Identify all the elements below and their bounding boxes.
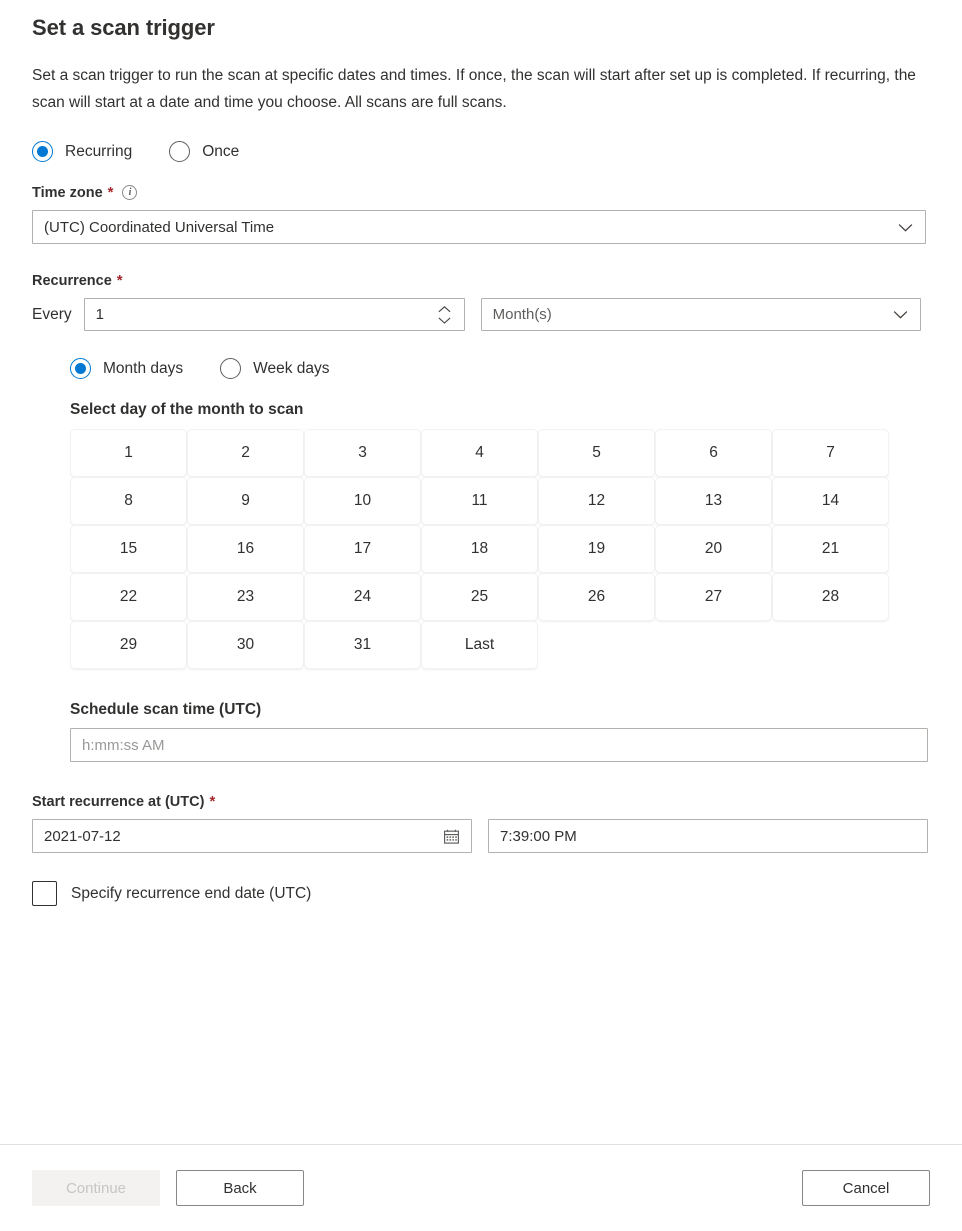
continue-button[interactable]: Continue xyxy=(32,1170,160,1206)
radio-option-recurring[interactable]: Recurring xyxy=(32,141,132,162)
panel-footer: Continue Back Cancel xyxy=(0,1144,962,1231)
schedule-scan-time-input[interactable]: h:mm:ss AM xyxy=(70,728,928,762)
day-cell[interactable]: 5 xyxy=(539,430,654,476)
radio-month-days-label: Month days xyxy=(103,360,183,378)
day-cell[interactable]: 12 xyxy=(539,478,654,524)
end-date-checkbox-row[interactable]: Specify recurrence end date (UTC) xyxy=(32,881,930,906)
radio-option-once[interactable]: Once xyxy=(169,141,239,162)
day-cell[interactable]: 19 xyxy=(539,526,654,572)
page-title: Set a scan trigger xyxy=(32,0,930,43)
chevron-down-icon[interactable] xyxy=(897,219,914,236)
radio-option-week-days[interactable]: Week days xyxy=(220,358,329,379)
day-mode-section: Month days Week days Select day of the m… xyxy=(70,358,930,762)
day-cell[interactable]: 23 xyxy=(188,574,303,620)
day-of-month-grid: 1234567891011121314151617181920212223242… xyxy=(70,429,889,669)
day-cell[interactable]: 8 xyxy=(71,478,186,524)
day-cell[interactable]: 16 xyxy=(188,526,303,572)
start-recurrence-label: Start recurrence at (UTC) * xyxy=(32,793,930,810)
page-description: Set a scan trigger to run the scan at sp… xyxy=(32,62,922,116)
schedule-scan-time-label: Schedule scan time (UTC) xyxy=(70,701,930,719)
end-date-checkbox[interactable] xyxy=(32,881,57,906)
radio-once-label: Once xyxy=(202,143,239,161)
day-cell[interactable]: 11 xyxy=(422,478,537,524)
chevron-down-icon[interactable] xyxy=(892,306,909,323)
recurrence-interval-value: 1 xyxy=(96,306,436,323)
start-recurrence-date-input[interactable]: 2021-07-12 xyxy=(32,819,472,853)
day-cell[interactable]: 29 xyxy=(71,622,186,668)
time-zone-label-text: Time zone xyxy=(32,185,103,201)
time-zone-required-marker: * xyxy=(108,184,114,201)
trigger-type-radio-group: Recurring Once xyxy=(32,141,930,162)
radio-recurring-icon[interactable] xyxy=(32,141,53,162)
radio-recurring-label: Recurring xyxy=(65,143,132,161)
day-cell[interactable]: 6 xyxy=(656,430,771,476)
recurrence-unit-value: Month(s) xyxy=(493,306,892,323)
day-cell[interactable]: 3 xyxy=(305,430,420,476)
recurrence-label: Recurrence * xyxy=(32,272,930,289)
time-zone-select[interactable]: (UTC) Coordinated Universal Time xyxy=(32,210,926,244)
every-label: Every xyxy=(32,306,72,324)
radio-week-days-label: Week days xyxy=(253,360,329,378)
day-cell[interactable]: 1 xyxy=(71,430,186,476)
day-mode-radio-group: Month days Week days xyxy=(70,358,930,379)
panel-content: Set a scan trigger Set a scan trigger to… xyxy=(0,0,962,906)
day-cell[interactable]: 20 xyxy=(656,526,771,572)
start-recurrence-label-text: Start recurrence at (UTC) xyxy=(32,794,204,810)
day-cell[interactable]: 21 xyxy=(773,526,888,572)
schedule-scan-time-placeholder: h:mm:ss AM xyxy=(82,737,916,754)
chevron-down-icon[interactable] xyxy=(437,316,452,325)
day-cell[interactable]: 26 xyxy=(539,574,654,620)
recurrence-interval-row: Every 1 Month(s) xyxy=(32,298,930,331)
day-cell[interactable]: 10 xyxy=(305,478,420,524)
day-cell[interactable]: 15 xyxy=(71,526,186,572)
day-cell[interactable]: 18 xyxy=(422,526,537,572)
day-cell[interactable]: 25 xyxy=(422,574,537,620)
cancel-button[interactable]: Cancel xyxy=(802,1170,930,1206)
start-recurrence-row: 2021-07-12 xyxy=(32,819,930,853)
radio-once-icon[interactable] xyxy=(169,141,190,162)
day-cell[interactable]: 27 xyxy=(656,574,771,620)
day-cell[interactable]: 13 xyxy=(656,478,771,524)
start-recurrence-time-value: 7:39:00 PM xyxy=(500,828,916,845)
radio-option-month-days[interactable]: Month days xyxy=(70,358,183,379)
recurrence-interval-stepper[interactable] xyxy=(436,305,453,325)
end-date-checkbox-label: Specify recurrence end date (UTC) xyxy=(71,885,311,903)
day-cell[interactable]: 4 xyxy=(422,430,537,476)
time-zone-value: (UTC) Coordinated Universal Time xyxy=(44,219,897,236)
day-cell[interactable]: 28 xyxy=(773,574,888,620)
day-cell[interactable]: 30 xyxy=(188,622,303,668)
radio-month-days-icon[interactable] xyxy=(70,358,91,379)
recurrence-interval-input[interactable]: 1 xyxy=(84,298,465,331)
day-cell[interactable]: 31 xyxy=(305,622,420,668)
time-zone-label: Time zone * i xyxy=(32,184,930,201)
recurrence-required-marker: * xyxy=(117,272,123,289)
recurrence-unit-select[interactable]: Month(s) xyxy=(481,298,921,331)
back-button[interactable]: Back xyxy=(176,1170,304,1206)
recurrence-label-text: Recurrence xyxy=(32,273,112,289)
info-icon[interactable]: i xyxy=(122,185,137,200)
calendar-icon[interactable] xyxy=(443,828,460,845)
start-recurrence-date-value: 2021-07-12 xyxy=(44,828,443,845)
day-cell[interactable]: 17 xyxy=(305,526,420,572)
day-cell[interactable]: 14 xyxy=(773,478,888,524)
scan-trigger-panel: Set a scan trigger Set a scan trigger to… xyxy=(0,0,962,1231)
day-cell[interactable]: Last xyxy=(422,622,537,668)
start-recurrence-required-marker: * xyxy=(209,793,215,810)
day-cell[interactable]: 9 xyxy=(188,478,303,524)
day-cell[interactable]: 24 xyxy=(305,574,420,620)
start-recurrence-time-input[interactable]: 7:39:00 PM xyxy=(488,819,928,853)
day-cell[interactable]: 2 xyxy=(188,430,303,476)
radio-week-days-icon[interactable] xyxy=(220,358,241,379)
chevron-up-icon[interactable] xyxy=(437,305,452,314)
day-cell[interactable]: 22 xyxy=(71,574,186,620)
day-picker-label: Select day of the month to scan xyxy=(70,401,930,419)
day-cell[interactable]: 7 xyxy=(773,430,888,476)
